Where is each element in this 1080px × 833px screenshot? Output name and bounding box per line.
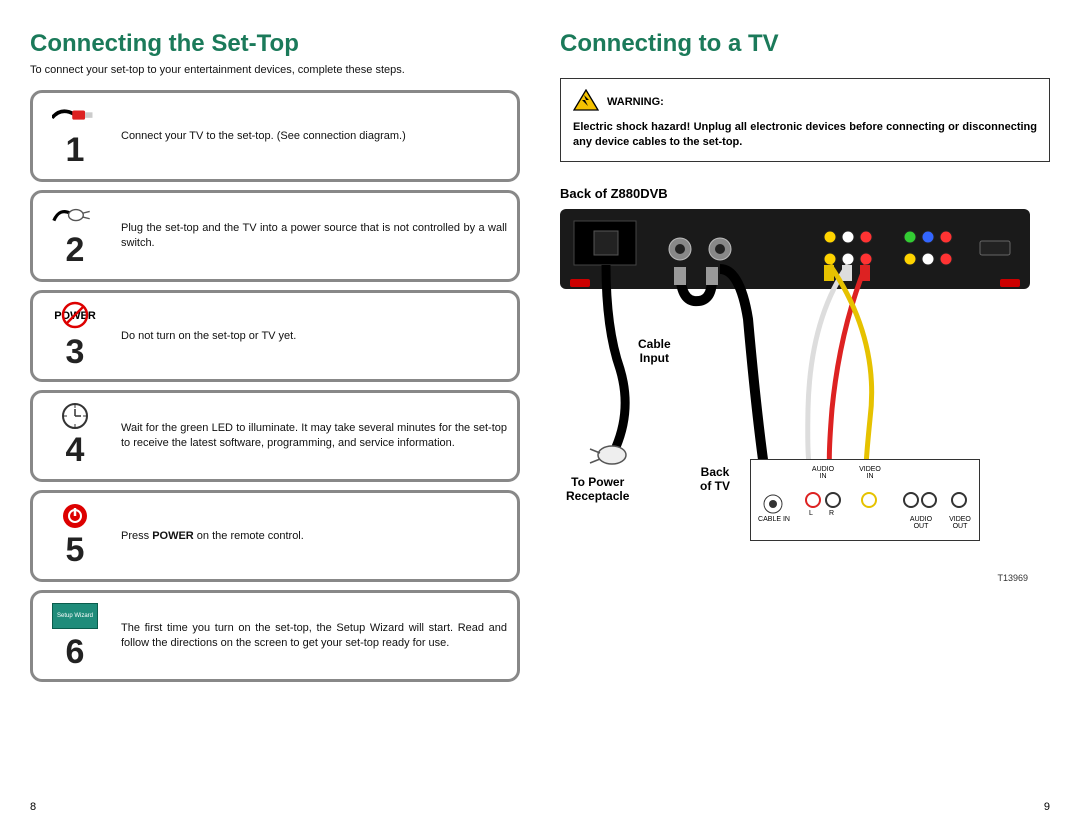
- step-6: Setup Wizard 6 The first time you turn o…: [30, 590, 520, 682]
- r-label: R: [829, 510, 834, 517]
- steps-list: 1 Connect your TV to the set-top. (See c…: [30, 90, 520, 682]
- back-of-tv-label: Backof TV: [700, 465, 730, 494]
- left-column: Connecting the Set-Top To connect your s…: [30, 30, 520, 833]
- step-1: 1 Connect your TV to the set-top. (See c…: [30, 90, 520, 182]
- clock-icon: [52, 403, 98, 429]
- heading-connecting-tv: Connecting to a TV: [560, 30, 1050, 58]
- no-power-icon: POWER: [52, 301, 98, 331]
- warning-label: WARNING:: [607, 96, 664, 108]
- video-in-label: VIDEOIN: [855, 466, 885, 480]
- audio-in-label: AUDIOIN: [803, 466, 843, 480]
- warning-box: WARNING: Electric shock hazard! Unplug a…: [560, 78, 1050, 162]
- audio-out-label: AUDIOOUT: [901, 516, 941, 530]
- cable-input-label: CableInput: [638, 337, 671, 366]
- step-text: The first time you turn on the set-top, …: [111, 621, 507, 651]
- setup-wizard-icon: Setup Wizard: [52, 601, 98, 631]
- page-number-right: 9: [1044, 801, 1050, 813]
- cable-in-label: CABLE IN: [757, 516, 791, 523]
- power-button-icon: [52, 503, 98, 529]
- step-number: 6: [66, 633, 85, 672]
- connection-diagram: AUDIOIN VIDEOIN CABLE IN L R AUDIOOUT VI…: [560, 209, 1030, 569]
- l-label: L: [809, 510, 813, 517]
- step-text: Connect your TV to the set-top. (See con…: [111, 129, 507, 144]
- diagram-subhead: Back of Z880DVB: [560, 186, 1050, 201]
- right-column: Connecting to a TV WARNING: Electric sho…: [560, 30, 1050, 833]
- step-5: 5 Press POWER on the remote control.: [30, 490, 520, 582]
- tv-back-box: AUDIOIN VIDEOIN CABLE IN L R AUDIOOUT VI…: [750, 459, 980, 541]
- warning-body: Electric shock hazard! Unplug all electr…: [573, 120, 1037, 151]
- step-number: 2: [66, 231, 85, 270]
- step-2: 2 Plug the set-top and the TV into a pow…: [30, 190, 520, 282]
- step-text: Wait for the green LED to illuminate. It…: [111, 421, 507, 451]
- page-number-left: 8: [30, 801, 36, 813]
- step-number: 4: [66, 431, 85, 470]
- step-text: Plug the set-top and the TV into a power…: [111, 221, 507, 251]
- warning-triangle-icon: [573, 89, 599, 114]
- to-power-label: To PowerReceptacle: [566, 475, 629, 504]
- step-number: 1: [66, 131, 85, 170]
- rca-cable-icon: [52, 103, 98, 129]
- intro-text: To connect your set-top to your entertai…: [30, 64, 520, 76]
- step-3: POWER 3 Do not turn on the set-top or TV…: [30, 290, 520, 382]
- step-text: Press POWER on the remote control.: [111, 529, 507, 544]
- step-4: 4 Wait for the green LED to illuminate. …: [30, 390, 520, 482]
- step-number: 5: [66, 531, 85, 570]
- step-number: 3: [66, 333, 85, 372]
- video-out-label: VIDEOOUT: [945, 516, 975, 530]
- heading-connecting-settop: Connecting the Set-Top: [30, 30, 520, 58]
- power-plug-icon: [52, 203, 98, 229]
- step-text: Do not turn on the set-top or TV yet.: [111, 329, 507, 344]
- diagram-code: T13969: [997, 573, 1028, 583]
